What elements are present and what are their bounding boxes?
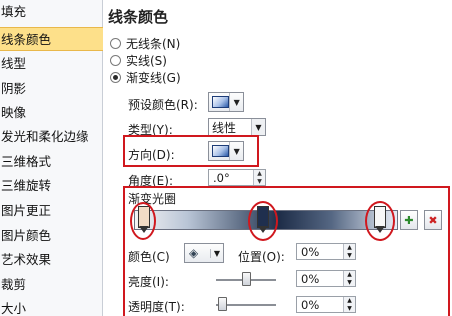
radio-label: 无线条(N): [126, 36, 181, 51]
transparency-slider-thumb[interactable]: [218, 297, 227, 311]
radio-circle[interactable]: [110, 54, 121, 66]
angle-input[interactable]: .0° ▲ ▼: [208, 169, 266, 186]
page-title: 线条颜色: [108, 8, 169, 26]
chevron-down-icon: ▼: [210, 248, 223, 258]
stop-position-label: 位置(O):: [238, 250, 285, 264]
sidebar-item-line-style[interactable]: 线型: [0, 52, 103, 76]
sidebar-item-glow-soft-edges[interactable]: 发光和柔化边缘: [0, 125, 103, 149]
remove-stop-button[interactable]: ✖: [424, 210, 442, 230]
sidebar-item-line-color[interactable]: 线条颜色: [0, 27, 103, 51]
sidebar-item-reflection[interactable]: 映像: [0, 101, 103, 125]
chevron-down-icon: ▼: [229, 93, 243, 111]
brightness-slider-thumb[interactable]: [242, 272, 251, 286]
radio-gradient-line[interactable]: 渐变线(G): [110, 68, 181, 86]
add-stop-icon: ✚: [404, 213, 414, 227]
stop-position-value: 0%: [301, 244, 320, 259]
paint-bucket-icon: ◈: [189, 246, 199, 260]
type-select[interactable]: 线性 ▼: [208, 118, 266, 136]
gradient-swatch-icon: [212, 96, 230, 108]
radio-circle[interactable]: [110, 71, 121, 83]
sidebar-item-picture-corrections[interactable]: 图片更正: [0, 199, 103, 223]
stop-2-highlight: [248, 201, 278, 241]
radio-no-line[interactable]: 无线条(N): [110, 34, 180, 52]
sidebar-item-3d-rotation[interactable]: 三维旋转: [0, 174, 103, 198]
add-stop-button[interactable]: ✚: [400, 210, 418, 230]
stop-3-highlight: [365, 201, 395, 241]
spin-arrows[interactable]: ▲ ▼: [343, 244, 355, 259]
remove-stop-icon: ✖: [428, 213, 438, 227]
spin-arrows[interactable]: ▲ ▼: [343, 271, 355, 286]
stop-position-input[interactable]: 0% ▲ ▼: [296, 243, 356, 260]
sidebar-item-artistic-effects[interactable]: 艺术效果: [0, 248, 103, 272]
sidebar-item-picture-color[interactable]: 图片颜色: [0, 224, 103, 248]
spin-arrows[interactable]: ▲ ▼: [253, 170, 265, 185]
sidebar-item-crop[interactable]: 裁剪: [0, 273, 103, 297]
preset-colors-button[interactable]: ▼: [208, 92, 244, 112]
spin-arrows[interactable]: ▲ ▼: [343, 297, 355, 312]
sidebar-item-shadow[interactable]: 阴影: [0, 77, 103, 101]
stop-color-button[interactable]: ◈ ▼: [184, 243, 224, 263]
sidebar-item-3d-format[interactable]: 三维格式: [0, 150, 103, 174]
brightness-input[interactable]: 0% ▲ ▼: [296, 270, 356, 287]
line-color-panel: 线条颜色 无线条(N) 实线(S) 渐变线(G) 预设颜色(R): ▼ 类型(Y…: [104, 0, 452, 316]
brightness-label: 亮度(I):: [128, 275, 169, 289]
transparency-value: 0%: [301, 297, 320, 312]
radio-solid-line[interactable]: 实线(S): [110, 51, 167, 69]
category-sidebar: 填充 线条颜色 线型 阴影 映像 发光和柔化边缘 三维格式 三维旋转 图片更正 …: [0, 0, 103, 316]
direction-highlight: [123, 135, 259, 167]
type-value: 线性: [212, 120, 237, 135]
radio-label: 渐变线(G): [126, 70, 181, 85]
chevron-down-icon: ▼: [251, 119, 265, 135]
transparency-label: 透明度(T):: [128, 300, 185, 314]
brightness-value: 0%: [301, 271, 320, 286]
radio-label: 实线(S): [126, 53, 167, 68]
sidebar-item-size[interactable]: 大小: [0, 297, 103, 316]
stop-color-label: 颜色(C): [128, 250, 170, 264]
preset-colors-label: 预设颜色(R):: [128, 98, 198, 112]
sidebar-item-fill[interactable]: 填充: [0, 0, 103, 24]
radio-circle[interactable]: [110, 37, 121, 49]
stop-1-highlight: [130, 202, 156, 240]
transparency-input[interactable]: 0% ▲ ▼: [296, 296, 356, 313]
angle-value: .0°: [213, 170, 230, 185]
